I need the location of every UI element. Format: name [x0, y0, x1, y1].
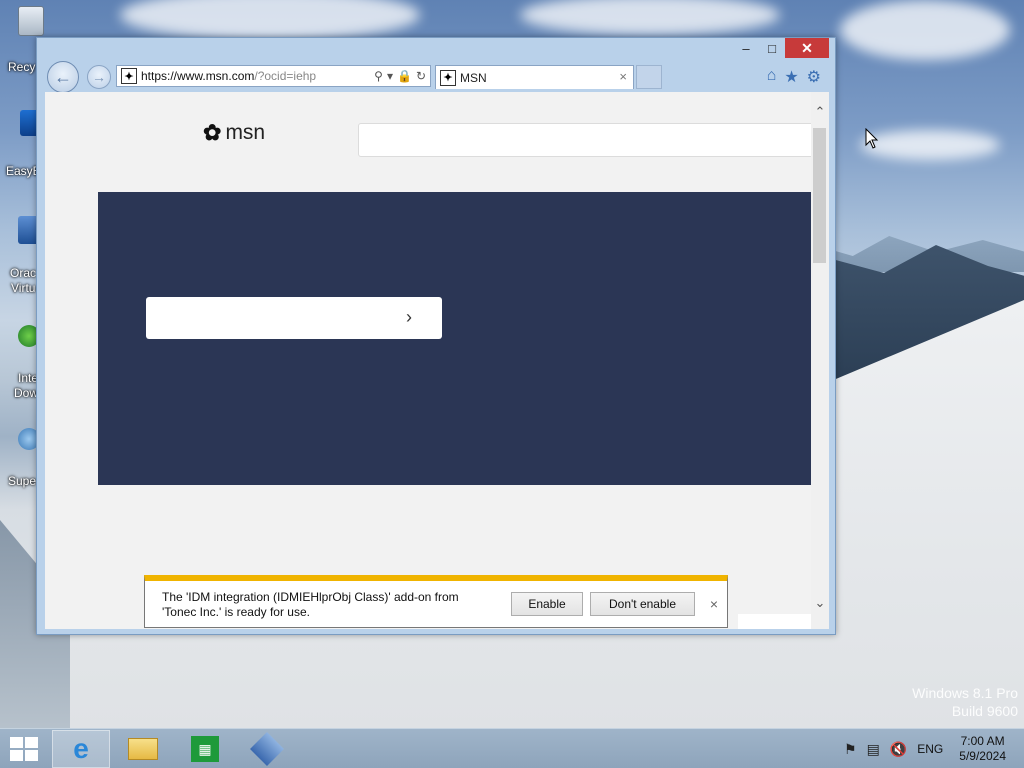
addon-notification-bar: The 'IDM integration (IDMIEHlprObj Class… — [144, 575, 728, 628]
star-icon[interactable]: ★ — [784, 67, 798, 87]
back-button[interactable]: ← — [47, 61, 79, 93]
desktop-icon-super[interactable]: Supe — [0, 428, 40, 488]
clock-date: 5/9/2024 — [959, 749, 1006, 763]
arrow-right-icon: → — [92, 69, 106, 85]
butterfly-icon: ✿ — [203, 120, 222, 145]
browser-window: – □ ✕ ← → ✦ https://www.msn.com /?ocid=i… — [36, 37, 836, 635]
dont-enable-button[interactable]: Don't enable — [590, 592, 695, 616]
page-element-placeholder — [738, 614, 812, 629]
mouse-cursor-icon — [865, 128, 879, 149]
home-icon[interactable]: ⌂ — [767, 67, 777, 87]
scroll-thumb[interactable] — [813, 128, 826, 263]
url-path: /?ocid=iehp — [254, 69, 317, 83]
clock-time: 7:00 AM — [960, 734, 1005, 748]
url-host: https://www.msn.com — [141, 69, 255, 83]
tab-close-button[interactable]: × — [619, 69, 627, 84]
notification-message: The 'IDM integration (IDMIEHlprObj Class… — [162, 590, 459, 619]
desktop-icon-internet-download-manager[interactable]: Inte Dow — [0, 325, 40, 400]
windows-logo-icon — [10, 737, 23, 748]
taskbar: e ▦ ⚑ ▤ 🔇 ENG 7:00 AM 5/9/2024 — [0, 728, 1024, 768]
virtualbox-icon — [250, 732, 284, 766]
taskbar-store[interactable]: ▦ — [176, 730, 234, 768]
address-bar-actions: ⚲ ▾ 🔒 ↻ — [374, 69, 426, 83]
watermark-line1: Windows 8.1 Pro — [912, 685, 1018, 701]
system-tray: ⚑ ▤ 🔇 ENG 7:00 AM 5/9/2024 — [844, 729, 1024, 768]
chevron-right-icon: › — [406, 307, 412, 327]
desktop-icon-label: Orac — [10, 266, 37, 280]
clock[interactable]: 7:00 AM 5/9/2024 — [959, 734, 1006, 764]
internet-explorer-icon: e — [73, 733, 89, 764]
desktop-icon-label: Supe — [8, 474, 37, 488]
desktop-icon-recycle-bin[interactable]: Recy — [0, 6, 44, 74]
close-window-button[interactable]: ✕ — [785, 38, 829, 58]
network-icon[interactable]: ▤ — [867, 741, 880, 758]
msn-logo-text: msn — [225, 121, 266, 144]
flag-icon[interactable]: ⚑ — [844, 741, 857, 758]
desktop-icon-label: Inte — [18, 371, 39, 385]
page-content: ✿ msn › ⌃ ⌄ — [45, 92, 829, 629]
desktop-icon-easybcd[interactable]: EasyB — [0, 110, 42, 178]
tab-title: MSN — [460, 70, 487, 85]
arrow-left-icon: ← — [54, 66, 72, 87]
window-controls: – □ ✕ — [733, 38, 829, 58]
gear-icon[interactable]: ⚙ — [807, 67, 821, 87]
msn-logo[interactable]: ✿ msn — [203, 120, 265, 146]
tab-msn[interactable]: ✦ MSN × — [435, 65, 634, 89]
folder-icon — [128, 738, 158, 760]
desktop-icon-label-line2: Virtu — [11, 281, 36, 295]
new-tab-button[interactable] — [636, 65, 662, 89]
hero-action-button[interactable]: › — [146, 297, 442, 339]
windows-version-watermark: Windows 8.1 Pro Build 9600 — [912, 685, 1018, 719]
search-input[interactable] — [358, 123, 814, 157]
msn-favicon-icon: ✦ — [121, 68, 137, 84]
lock-icon[interactable]: 🔒 — [397, 69, 412, 83]
start-button[interactable] — [10, 737, 38, 761]
recycle-bin-icon — [18, 6, 44, 36]
hero-banner: › — [98, 192, 812, 485]
msn-favicon-icon: ✦ — [440, 69, 456, 86]
address-bar[interactable]: ✦ https://www.msn.com /?ocid=iehp ⚲ ▾ 🔒 … — [116, 65, 431, 87]
enable-button[interactable]: Enable — [511, 592, 583, 616]
taskbar-internet-explorer[interactable]: e — [52, 730, 110, 768]
desktop-icon-label: Recy — [8, 60, 36, 74]
maximize-button[interactable]: □ — [759, 38, 785, 58]
close-notification-icon[interactable]: × — [710, 596, 718, 612]
browser-toolbar: ⌂ ★ ⚙ — [767, 67, 821, 87]
vertical-scrollbar[interactable]: ⌃ ⌄ — [811, 92, 829, 629]
taskbar-file-explorer[interactable] — [114, 730, 172, 768]
search-icon[interactable]: ⚲ — [374, 69, 383, 83]
forward-button[interactable]: → — [87, 65, 111, 89]
minimize-button[interactable]: – — [733, 38, 759, 58]
volume-muted-icon[interactable]: 🔇 — [890, 741, 907, 758]
language-indicator[interactable]: ENG — [917, 742, 943, 756]
desktop-icon-label-line2: Dow — [14, 386, 39, 400]
scroll-down-icon[interactable]: ⌄ — [813, 595, 827, 611]
dropdown-arrow-icon[interactable]: ▾ — [387, 69, 393, 83]
watermark-line2: Build 9600 — [951, 703, 1018, 719]
store-icon: ▦ — [191, 736, 219, 762]
scroll-up-icon[interactable]: ⌃ — [813, 104, 827, 120]
desktop-icon-oracle-virtualbox[interactable]: Orac Virtu — [0, 216, 40, 295]
refresh-icon[interactable]: ↻ — [416, 69, 426, 83]
taskbar-virtualbox[interactable] — [238, 730, 296, 768]
